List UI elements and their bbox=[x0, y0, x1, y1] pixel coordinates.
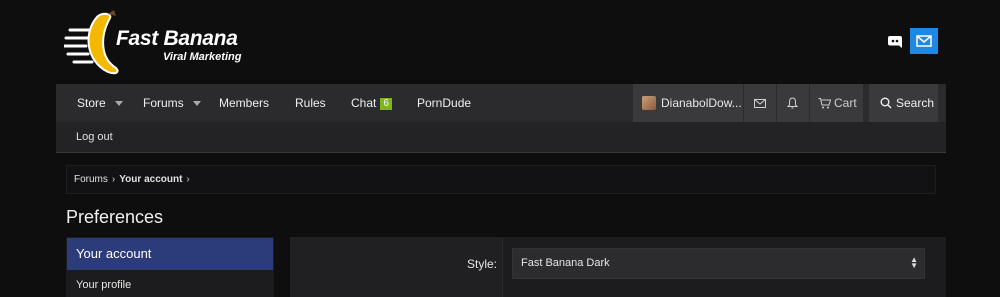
style-label: Style: bbox=[467, 257, 498, 271]
discord-icon bbox=[888, 36, 902, 48]
breadcrumb: Forums › Your account › bbox=[66, 165, 936, 194]
nav-store-label: Store bbox=[77, 96, 106, 110]
contact-mail-button[interactable] bbox=[910, 28, 938, 54]
breadcrumb-forums[interactable]: Forums bbox=[74, 174, 108, 185]
envelope-icon bbox=[754, 98, 766, 108]
brand-subtitle: Viral Marketing bbox=[163, 51, 242, 63]
chevron-down-icon[interactable] bbox=[114, 101, 123, 107]
account-sidebar: Your account Your profile bbox=[66, 237, 274, 297]
avatar bbox=[642, 96, 656, 110]
chevron-right-icon: › bbox=[111, 174, 116, 185]
preferences-form: Style: Fast Banana Dark ▲ ▼ bbox=[290, 237, 946, 297]
search-button[interactable]: Search bbox=[869, 84, 938, 122]
page-title: Preferences bbox=[66, 207, 164, 227]
select-arrows-icon: ▲ ▼ bbox=[910, 255, 918, 270]
nav-rules[interactable]: Rules bbox=[295, 84, 326, 122]
sub-navbar: Log out bbox=[56, 122, 946, 153]
chevron-down-icon[interactable] bbox=[192, 101, 201, 107]
nav-forums-label: Forums bbox=[143, 96, 184, 110]
nav-store[interactable]: Store bbox=[77, 84, 123, 122]
account-menu[interactable]: DianabolDow... bbox=[633, 84, 744, 122]
sidebar-item-your-profile[interactable]: Your profile bbox=[76, 279, 131, 291]
discord-button[interactable] bbox=[884, 31, 906, 53]
site-header: Fast Banana Viral Marketing bbox=[0, 0, 1000, 84]
logout-link[interactable]: Log out bbox=[76, 122, 113, 152]
search-icon bbox=[880, 97, 892, 109]
nav-forums[interactable]: Forums bbox=[143, 84, 201, 122]
nav-chat-label: Chat bbox=[351, 96, 377, 110]
cart-button[interactable]: Cart bbox=[809, 84, 863, 122]
style-select[interactable]: Fast Banana Dark ▲ ▼ bbox=[512, 248, 925, 279]
nav-porndude[interactable]: PornDude bbox=[417, 84, 471, 122]
search-label: Search bbox=[896, 96, 935, 110]
chevron-right-icon: › bbox=[186, 174, 190, 185]
breadcrumb-your-account[interactable]: Your account bbox=[119, 174, 182, 185]
alerts-button[interactable] bbox=[776, 84, 810, 122]
mail-icon bbox=[916, 35, 932, 47]
cart-icon bbox=[818, 97, 831, 108]
chat-count-badge: 6 bbox=[380, 98, 392, 110]
nav-chat[interactable]: Chat 6 bbox=[351, 84, 392, 122]
user-toolbar: DianabolDow... Cart bbox=[633, 84, 863, 122]
inbox-button[interactable] bbox=[744, 84, 777, 122]
cart-label: Cart bbox=[834, 96, 857, 110]
brand-title: Fast Banana bbox=[116, 27, 238, 50]
sidebar-item-your-account[interactable]: Your account bbox=[67, 238, 273, 270]
bell-icon bbox=[787, 97, 798, 109]
nav-members[interactable]: Members bbox=[219, 84, 269, 122]
style-select-value: Fast Banana Dark bbox=[521, 257, 610, 269]
username: DianabolDow... bbox=[661, 96, 742, 110]
